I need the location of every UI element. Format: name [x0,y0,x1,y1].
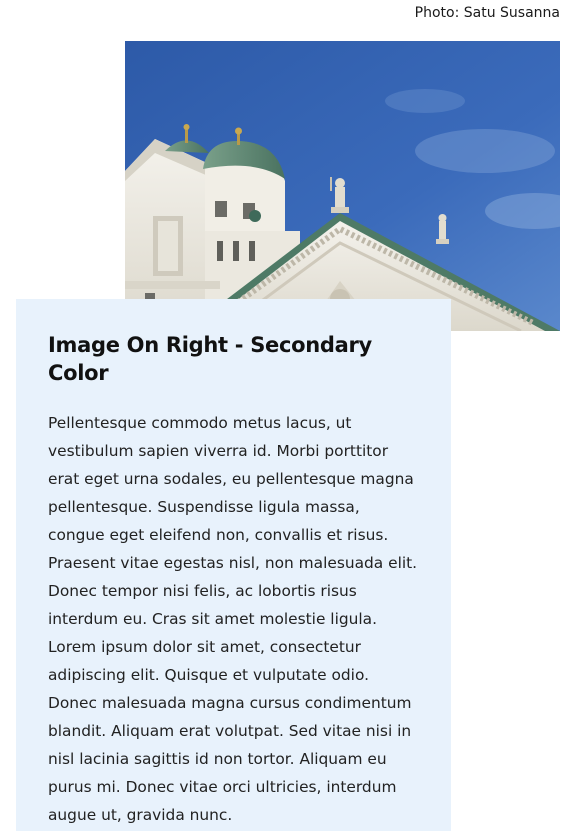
photo-credit: Photo: Satu Susanna [414,5,560,21]
content-card: Image On Right - Secondary Color Pellent… [16,299,451,831]
card-title: Image On Right - Secondary Color [48,333,372,385]
card-body-text: Pellentesque commodo metus lacus, ut ves… [48,414,418,824]
cathedral-photo [125,41,560,331]
